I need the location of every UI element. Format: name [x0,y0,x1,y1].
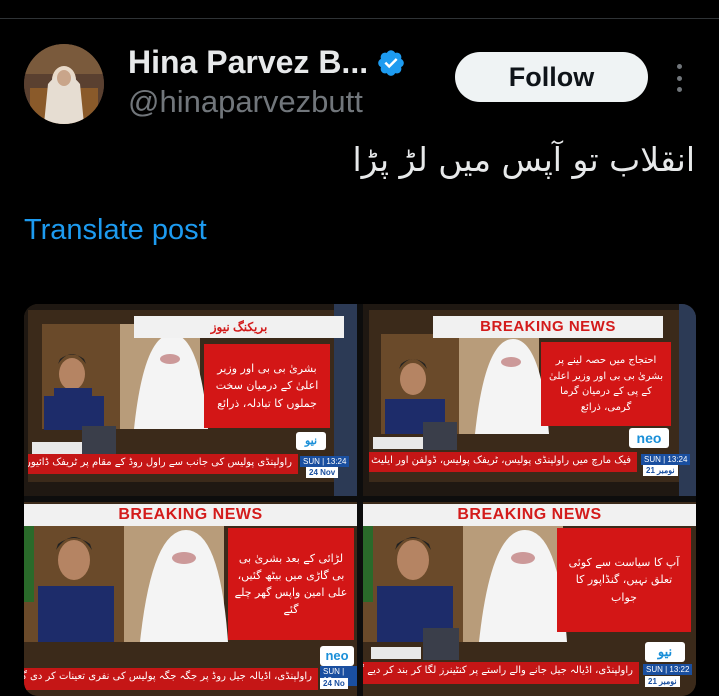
more-dot [676,64,682,69]
author-display-name[interactable]: Hina Parvez B... [128,44,368,81]
post-text: انقلاب تو آپس میں لڑ پڑا [352,140,696,179]
news-banner: BREAKING NEWS [433,316,663,338]
anchor-name-strip [373,437,423,449]
news-clock: SUN | 13:24 [300,456,350,467]
avatar[interactable] [24,44,104,124]
news-ticker: راولپنڈی پولیس کی جانب سے راول روڈ کے مق… [28,454,298,474]
news-headline: بشریٰ بی بی اور وزیر اعلیٰ کے درمیان سخت… [204,344,330,428]
news-banner: بریکنگ نیوز [134,316,344,338]
media-tile-1[interactable]: بریکنگ نیوز بشریٰ بی بی اور وزیر اعلیٰ ک… [24,304,357,496]
more-vertical-icon[interactable] [668,58,690,98]
anchor-name-strip [32,442,82,454]
anchor-inset [82,426,116,454]
news-headline: احتجاج میں حصہ لینے پر بشریٰ بی بی اور و… [541,342,671,426]
follow-button[interactable]: Follow [455,52,648,102]
channel-logo: نیو [296,432,326,450]
verified-badge-icon [378,49,404,76]
news-banner: BREAKING NEWS [363,504,696,526]
author-name-row: Hina Parvez B... [128,44,406,81]
news-date: 21 نومبر [643,465,678,476]
author-handle[interactable]: @hinaparvezbutt [128,84,363,120]
news-ticker: راولپنڈی، اڈیالہ جیل جانے والے راستے پر … [363,662,639,684]
translate-post-link[interactable]: Translate post [24,214,207,247]
news-ticker: راولپنڈی، اڈیالہ جیل روڈ پر جگہ جگہ پولی… [24,668,318,690]
top-divider [0,18,719,19]
news-date: 24 No [320,678,348,689]
anchor-inset [423,422,457,450]
media-grid[interactable]: بریکنگ نیوز بشریٰ بی بی اور وزیر اعلیٰ ک… [24,304,696,696]
channel-logo: neo [629,428,669,448]
media-tile-2[interactable]: BREAKING NEWS احتجاج میں حصہ لینے پر بشر… [363,304,696,496]
anchor-name-strip [371,647,421,659]
news-date: 24 Nov [306,467,339,478]
news-date: 21 نومبر [645,676,680,687]
news-ticker: فیک مارچ میں راولپنڈی پولیس، ٹریفک پولیس… [369,452,637,472]
channel-logo: neo [320,646,354,666]
news-clock: SUN | 13:22 [643,664,693,675]
avatar-image [24,44,104,124]
channel-logo: نیو [645,642,685,662]
media-tile-4[interactable]: BREAKING NEWS آپ کا سیاست سے کوئی تعلق ن… [363,502,696,696]
news-headline: آپ کا سیاست سے کوئی تعلق نہیں، گنڈاپور ک… [557,528,691,632]
news-clock: SUN | 13:24 [641,454,691,465]
news-banner: BREAKING NEWS [24,504,357,526]
more-dot [676,87,682,92]
more-dot [676,75,682,81]
news-headline: لڑائی کے بعد بشریٰ بی بی گاڑی میں بیٹھ گ… [228,528,354,640]
anchor-inset [423,628,459,660]
media-tile-3[interactable]: BREAKING NEWS لڑائی کے بعد بشریٰ بی بی گ… [24,502,357,696]
